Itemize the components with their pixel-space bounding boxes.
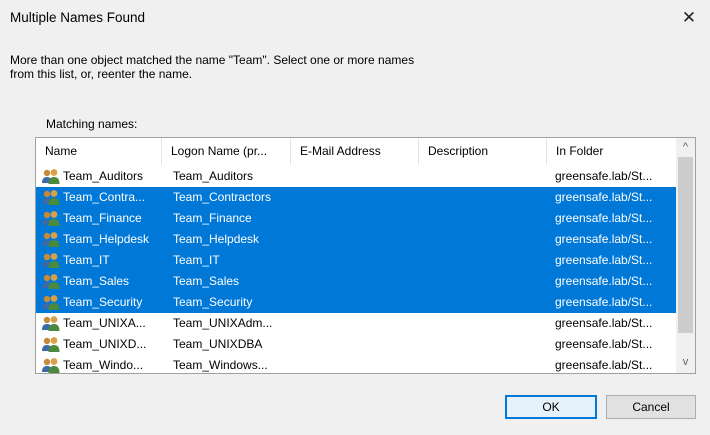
in-folder-cell: greensafe.lab/St...: [555, 169, 653, 183]
matching-names-label: Matching names:: [46, 117, 138, 131]
email-cell: [291, 208, 419, 229]
title-bar: Multiple Names Found ✕: [0, 0, 710, 36]
list-item[interactable]: Team_UNIXA... Team_UNIXAdm... greensafe.la…: [36, 313, 676, 334]
list-item[interactable]: Team_Helpdesk Team_Helpdesk greensafe.lab/…: [36, 229, 676, 250]
group-icon: [41, 252, 61, 269]
group-icon: [41, 168, 61, 185]
object-name: Team_Auditors: [63, 169, 144, 183]
in-folder-cell: greensafe.lab/St...: [555, 337, 653, 351]
name-cell: Team_IT: [41, 250, 167, 271]
in-folder-cell: greensafe.lab/St...: [555, 316, 653, 330]
list-item[interactable]: Team_Sales Team_Sales greensafe.lab/St...: [36, 271, 676, 292]
list-item[interactable]: Team_Contra... Team_Contractors greensafe.…: [36, 187, 676, 208]
logon-name-cell: Team_Contractors: [173, 190, 272, 204]
email-cell: [291, 250, 419, 271]
email-cell: [291, 166, 419, 187]
logon-name-cell: Team_Security: [173, 295, 253, 309]
name-cell: Team_Sales: [41, 271, 167, 292]
logon-name-cell: Team_Auditors: [173, 169, 254, 183]
logon-name-cell: Team_UNIXAdm...: [173, 316, 273, 330]
email-cell: [291, 334, 419, 355]
in-folder-cell: greensafe.lab/St...: [555, 253, 653, 267]
list-item[interactable]: Team_IT Team_IT greensafe.lab/St...: [36, 250, 676, 271]
email-cell: [291, 355, 419, 373]
logon-name-cell: Team_Sales: [173, 274, 240, 288]
in-folder-cell: greensafe.lab/St...: [555, 358, 653, 372]
column-header-email-address[interactable]: E-Mail Address: [291, 138, 419, 165]
name-cell: Team_UNIXA...: [41, 313, 167, 334]
name-cell: Team_Finance: [41, 208, 167, 229]
email-cell: [291, 292, 419, 313]
description-cell: [419, 355, 546, 373]
list-header: Name Logon Name (pr... E-Mail Address De…: [36, 138, 676, 165]
in-folder-cell: greensafe.lab/St...: [555, 190, 653, 204]
list-item[interactable]: Team_UNIXD... Team_UNIXDBA greensafe.lab/S…: [36, 334, 676, 355]
email-cell: [291, 187, 419, 208]
object-name: Team_Helpdesk: [63, 232, 150, 246]
group-icon: [41, 336, 61, 353]
description-cell: [419, 187, 546, 208]
name-cell: Team_Contra...: [41, 187, 167, 208]
description-cell: [419, 334, 546, 355]
description-cell: [419, 313, 546, 334]
scroll-down-icon[interactable]: v: [676, 354, 695, 371]
cancel-button[interactable]: Cancel: [606, 395, 696, 419]
name-cell: Team_Auditors: [41, 166, 167, 187]
object-name: Team_Contra...: [63, 190, 146, 204]
description-cell: [419, 250, 546, 271]
list-item[interactable]: Team_Auditors Team_Auditors greensafe.lab/…: [36, 166, 676, 187]
description-cell: [419, 229, 546, 250]
email-cell: [291, 229, 419, 250]
logon-name-cell: Team_Finance: [173, 211, 252, 225]
description-cell: [419, 292, 546, 313]
name-cell: Team_Security: [41, 292, 167, 313]
name-cell: Team_Helpdesk: [41, 229, 167, 250]
group-icon: [41, 357, 61, 373]
list-item[interactable]: Team_Security Team_Security greensafe.lab/…: [36, 292, 676, 313]
column-header-name[interactable]: Name: [36, 138, 162, 165]
in-folder-cell: greensafe.lab/St...: [555, 211, 653, 225]
ok-button[interactable]: OK: [505, 395, 597, 419]
column-header-in-folder[interactable]: In Folder: [547, 138, 676, 165]
object-name: Team_Sales: [63, 274, 130, 288]
object-name: Team_UNIXA...: [63, 316, 146, 330]
object-name: Team_IT: [63, 253, 110, 267]
email-cell: [291, 313, 419, 334]
in-folder-cell: greensafe.lab/St...: [555, 295, 653, 309]
list-item[interactable]: Team_Windo... Team_Windows... greensafe.la…: [36, 355, 676, 373]
group-icon: [41, 231, 61, 248]
logon-name-cell: Team_Windows...: [173, 358, 268, 372]
object-name: Team_UNIXD...: [63, 337, 147, 351]
name-cell: Team_Windo...: [41, 355, 167, 373]
column-header-description[interactable]: Description: [419, 138, 547, 165]
matching-names-list[interactable]: Name Logon Name (pr... E-Mail Address De…: [35, 137, 696, 374]
object-name: Team_Finance: [63, 211, 142, 225]
group-icon: [41, 294, 61, 311]
group-icon: [41, 273, 61, 290]
name-cell: Team_UNIXD...: [41, 334, 167, 355]
group-icon: [41, 210, 61, 227]
logon-name-cell: Team_Helpdesk: [173, 232, 260, 246]
in-folder-cell: greensafe.lab/St...: [555, 274, 653, 288]
close-icon[interactable]: ✕: [678, 7, 700, 29]
list-rows: Team_Auditors Team_Auditors greensafe.lab/…: [36, 166, 676, 373]
dialog-title: Multiple Names Found: [10, 10, 146, 25]
in-folder-cell: greensafe.lab/St...: [555, 232, 653, 246]
logon-name-cell: Team_UNIXDBA: [173, 337, 263, 351]
object-name: Team_Windo...: [63, 358, 144, 372]
description-cell: [419, 271, 546, 292]
group-icon: [41, 189, 61, 206]
column-header-logon-name[interactable]: Logon Name (pr...: [162, 138, 291, 165]
object-name: Team_Security: [63, 295, 143, 309]
dialog-message: More than one object matched the name "T…: [10, 53, 415, 81]
description-cell: [419, 166, 546, 187]
scroll-up-icon[interactable]: ^: [676, 139, 695, 156]
description-cell: [419, 208, 546, 229]
logon-name-cell: Team_IT: [173, 253, 220, 267]
group-icon: [41, 315, 61, 332]
scrollbar-thumb[interactable]: [678, 157, 693, 333]
list-item[interactable]: Team_Finance Team_Finance greensafe.lab/St…: [36, 208, 676, 229]
email-cell: [291, 271, 419, 292]
vertical-scrollbar[interactable]: ^ v: [676, 138, 695, 373]
